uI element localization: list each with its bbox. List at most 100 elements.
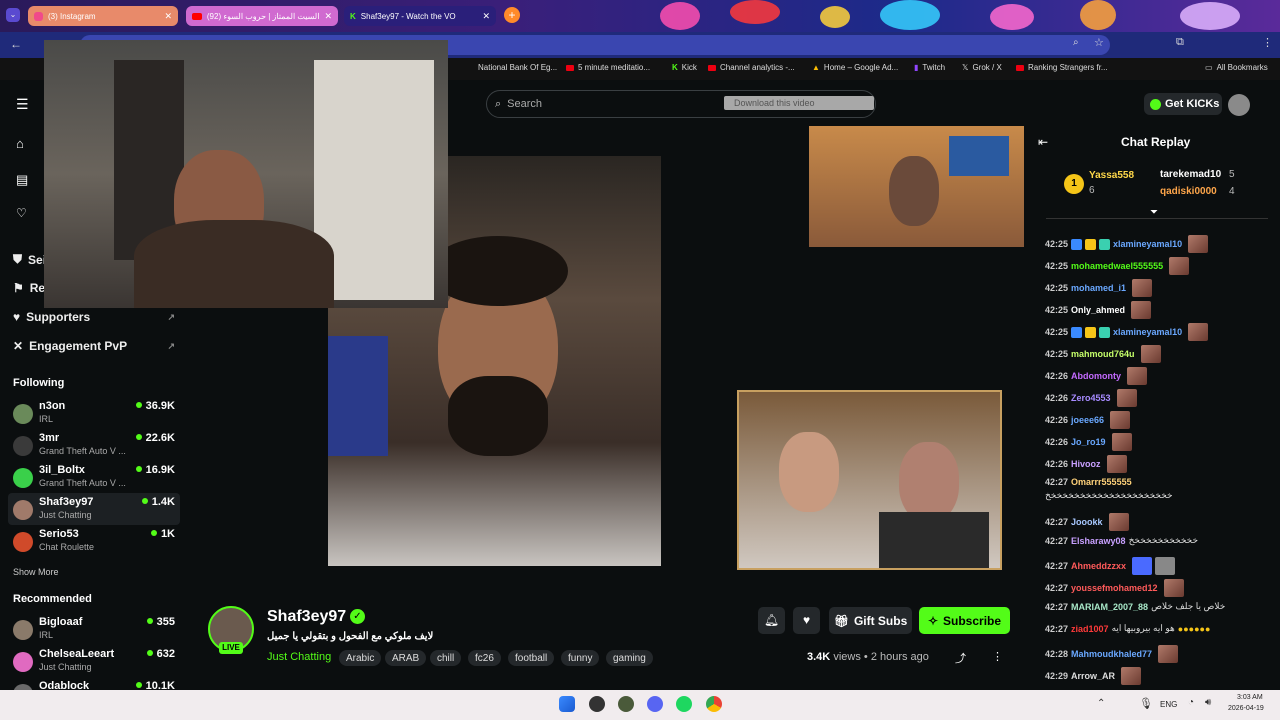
- all-bookmarks-button[interactable]: ▭ All Bookmarks: [1205, 63, 1268, 72]
- channel-name[interactable]: Shaf3ey97: [267, 608, 346, 626]
- message-user[interactable]: Only_ahmed: [1071, 305, 1125, 315]
- user-avatar[interactable]: [1228, 94, 1250, 116]
- following-item[interactable]: Shaf3ey97 Just Chatting 1.4K: [13, 496, 175, 526]
- message-user[interactable]: Ahmeddzzxx: [1071, 561, 1126, 571]
- hamburger-icon[interactable]: ☰: [16, 96, 29, 113]
- message-user[interactable]: joeee66: [1071, 415, 1104, 425]
- bookmark-label: Home – Google Ad...: [823, 63, 899, 72]
- heart-icon[interactable]: ♡: [16, 206, 27, 220]
- message-user[interactable]: Arrow_AR: [1071, 671, 1115, 681]
- message-user[interactable]: Zero4553: [1071, 393, 1111, 403]
- home-icon[interactable]: ⌂: [16, 136, 24, 151]
- bookmark-item[interactable]: ▮ Twitch: [914, 63, 945, 72]
- recommended-item[interactable]: Odablock 10.1K: [13, 680, 175, 690]
- tab-instagram[interactable]: (3) Instagram ✕: [28, 6, 178, 26]
- new-tab-button[interactable]: +: [504, 7, 520, 23]
- message-user[interactable]: mahmoud764u: [1071, 349, 1135, 359]
- category-link[interactable]: Just Chatting: [267, 651, 331, 663]
- following-item[interactable]: Serio53 Chat Roulette 1K: [13, 528, 175, 558]
- sidebar-item-engagement[interactable]: ✕ Engagement PvP ↗: [13, 339, 175, 353]
- back-icon[interactable]: ←: [10, 37, 22, 51]
- tag[interactable]: Arabic: [339, 650, 382, 666]
- gift-subs-button[interactable]: 🎁︎ Gift Subs: [829, 607, 912, 634]
- chrome-icon[interactable]: [706, 696, 722, 712]
- more-options-icon[interactable]: ⋮: [992, 650, 1003, 663]
- bookmark-item[interactable]: ▲ Home – Google Ad...: [812, 63, 898, 72]
- tab-youtube[interactable]: (92) السيت الممتاز | حروب السوء ✕: [186, 6, 338, 26]
- message-user[interactable]: xlamineyamal10: [1113, 239, 1182, 249]
- message-user[interactable]: xlamineyamal10: [1113, 327, 1182, 337]
- tag[interactable]: gaming: [606, 650, 653, 666]
- share-icon[interactable]: ⤴: [955, 650, 966, 666]
- tag[interactable]: football: [508, 650, 555, 666]
- download-video-button[interactable]: Download this video: [724, 96, 874, 110]
- tag[interactable]: ARAB: [385, 650, 427, 666]
- bookmark-item[interactable]: 5 minute meditatio...: [566, 63, 650, 72]
- message-user[interactable]: Jo_ro19: [1071, 437, 1106, 447]
- star-icon[interactable]: ☆: [1094, 36, 1104, 49]
- following-item[interactable]: n3on IRL 36.9K: [13, 400, 175, 430]
- discord-icon[interactable]: [647, 696, 663, 712]
- show-more-link[interactable]: Show More: [13, 567, 59, 577]
- app-icon[interactable]: [589, 696, 605, 712]
- tag[interactable]: fc26: [468, 650, 501, 666]
- message-user[interactable]: Hivooz: [1071, 459, 1101, 469]
- message-user[interactable]: Omarrr555555: [1071, 477, 1132, 487]
- subscribe-button[interactable]: ✧ Subscribe: [919, 607, 1010, 634]
- bookmark-item[interactable]: Channel analytics -...: [708, 63, 795, 72]
- top-gifter-name[interactable]: qadiski0000: [1160, 186, 1217, 197]
- bookmark-item[interactable]: National Bank Of Eg...: [478, 63, 557, 72]
- volume-icon[interactable]: 🔊︎: [1205, 697, 1211, 708]
- clock-time[interactable]: 3:03 AM: [1237, 694, 1263, 701]
- recommended-item[interactable]: ChelseaLeeart Just Chatting 632: [13, 648, 175, 678]
- app-icon[interactable]: [618, 696, 634, 712]
- input-language[interactable]: ENG: [1160, 700, 1177, 709]
- message-user[interactable]: Joookk: [1071, 517, 1103, 527]
- extensions-icon[interactable]: ⧉: [1176, 36, 1184, 49]
- message-user[interactable]: Abdomonty: [1071, 371, 1121, 381]
- message-user[interactable]: mohamedwael555555: [1071, 261, 1163, 271]
- video-feed-top-right: [809, 126, 1024, 247]
- bookmark-item[interactable]: 𝕏 Grok / X: [962, 63, 1002, 72]
- chat-message: 42:27 Omarrr555555 خخخخخخخخخخخخخخخخخخخخخخ: [1045, 477, 1270, 501]
- close-icon[interactable]: ✕: [482, 11, 490, 22]
- clock-date[interactable]: 2026-04-19: [1228, 705, 1264, 712]
- close-icon[interactable]: ✕: [324, 11, 332, 22]
- collapse-chat-icon[interactable]: ⇤: [1038, 135, 1048, 149]
- bookmark-label: Grok / X: [972, 63, 1002, 72]
- sidebar-item-supporters[interactable]: ♥ Supporters ↗: [13, 310, 175, 324]
- tray-chevron-icon[interactable]: ⌃: [1097, 698, 1105, 709]
- top-gifter-name[interactable]: tarekemad10: [1160, 169, 1221, 180]
- top-gifter-name[interactable]: Yassa558: [1089, 170, 1134, 181]
- zoom-icon[interactable]: ⌕: [1073, 37, 1079, 48]
- sidebar-item-partial[interactable]: ⛊ Sei: [13, 252, 46, 267]
- bookmark-item[interactable]: Ranking Strangers fr...: [1016, 63, 1108, 72]
- menu-icon[interactable]: ⋮: [1262, 36, 1273, 49]
- recommended-item[interactable]: Bigloaaf IRL 355: [13, 616, 175, 646]
- browse-icon[interactable]: ▤: [16, 172, 28, 188]
- message-user[interactable]: ziad1007: [1071, 624, 1109, 634]
- message-user[interactable]: youssefmohamed12: [1071, 583, 1158, 593]
- spotify-icon[interactable]: [676, 696, 692, 712]
- message-user[interactable]: MARIAM_2007_88: [1071, 602, 1148, 612]
- windows-start-icon[interactable]: [559, 696, 575, 712]
- top-gifter-count: 4: [1229, 186, 1235, 197]
- close-icon[interactable]: ✕: [164, 11, 172, 22]
- follow-heart-button[interactable]: ♥: [793, 607, 820, 634]
- tab-kick-active[interactable]: K Shaf3ey97 - Watch the VO ✕: [344, 6, 496, 26]
- tag[interactable]: funny: [561, 650, 600, 666]
- message-user[interactable]: Elsharawy08: [1071, 536, 1126, 546]
- bookmark-item[interactable]: K Kick: [672, 63, 697, 72]
- pip-webcam-overlay[interactable]: [44, 40, 448, 308]
- microphone-icon[interactable]: 🎙︎: [1139, 697, 1153, 710]
- following-item[interactable]: 3il_Boltx Grand Theft Auto V ... 16.9K: [13, 464, 175, 494]
- notification-bell-button[interactable]: 🔔︎: [758, 607, 785, 634]
- message-user[interactable]: Mahmoudkhaled77: [1071, 649, 1152, 659]
- filter-icon[interactable]: ⏷: [1150, 207, 1158, 218]
- wifi-icon[interactable]: ◔: [1188, 697, 1194, 708]
- following-item[interactable]: 3mr Grand Theft Auto V ... 22.6K: [13, 432, 175, 462]
- tag[interactable]: chill: [430, 650, 462, 666]
- message-user[interactable]: mohamed_i1: [1071, 283, 1126, 293]
- get-kicks-button[interactable]: Get KICKs: [1144, 93, 1222, 115]
- tab-search-button[interactable]: ⌄: [6, 8, 20, 22]
